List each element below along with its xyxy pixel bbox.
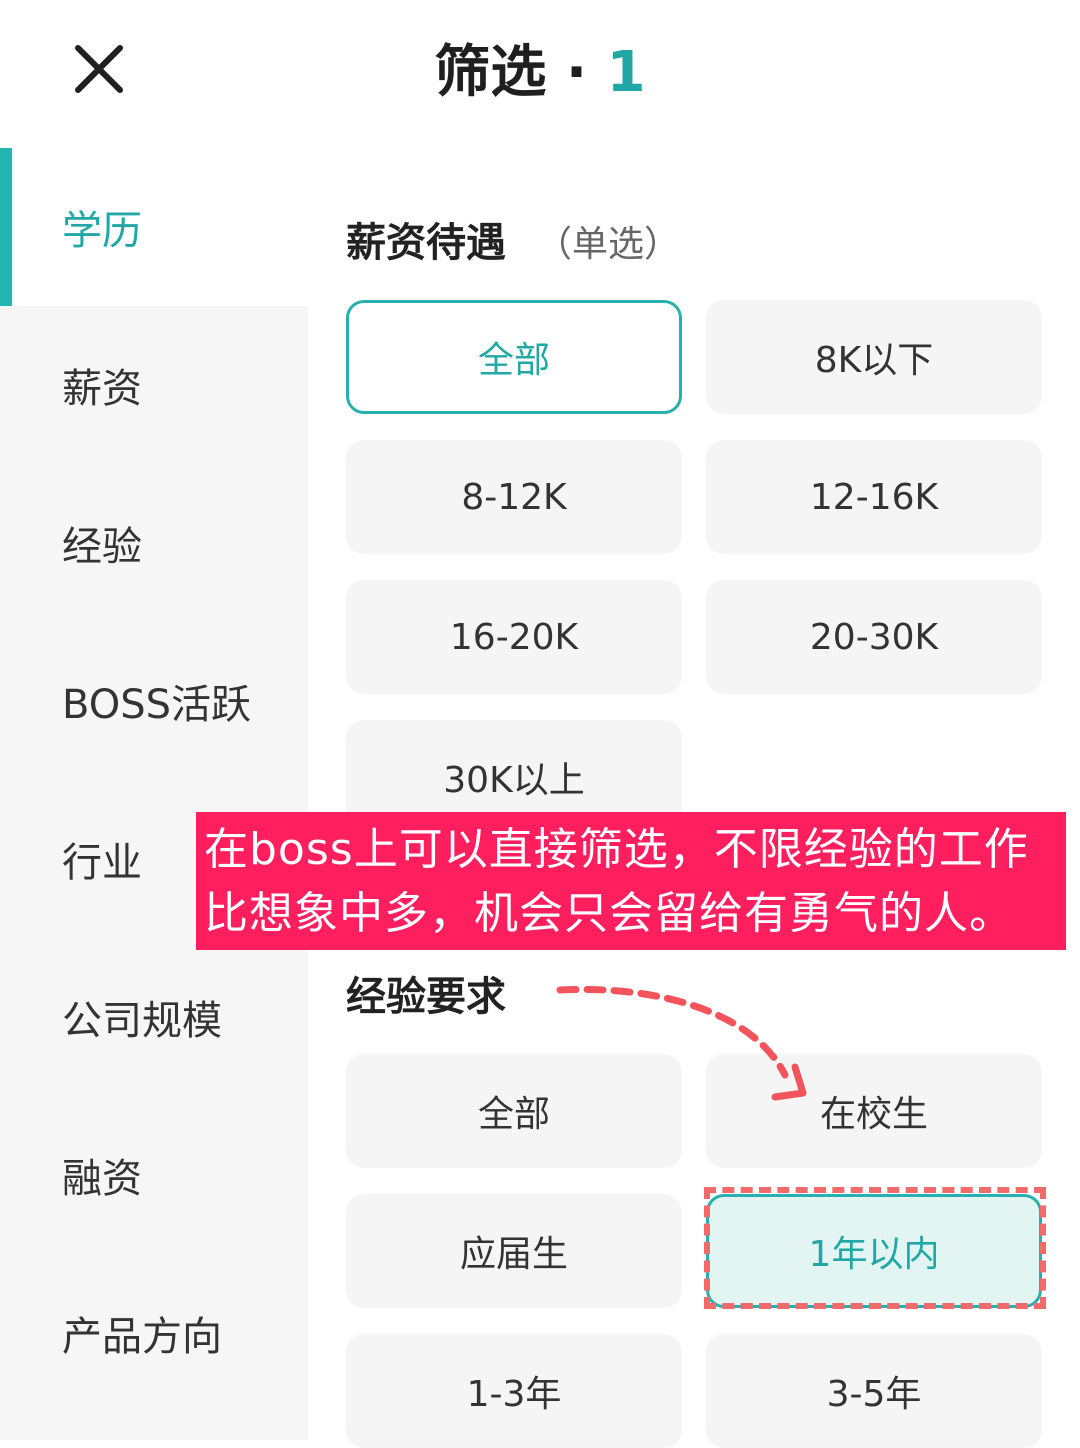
experience-option-3-5-years[interactable]: 3-5年	[706, 1334, 1042, 1448]
chip-label: 20-30K	[809, 616, 939, 658]
page-title: 筛选 · 1	[0, 38, 1080, 108]
salary-option-8-12k[interactable]: 8-12K	[346, 440, 682, 554]
salary-option-all[interactable]: 全部	[346, 300, 682, 414]
salary-option-16-20k[interactable]: 16-20K	[346, 580, 682, 694]
experience-option-under-1-year[interactable]: 1年以内	[706, 1194, 1042, 1308]
salary-option-under-8k[interactable]: 8K以下	[706, 300, 1042, 414]
selected-count: 1	[606, 40, 646, 105]
annotation-line-1: 在boss上可以直接筛选，不限经验的工作	[204, 824, 1029, 875]
salary-title-text: 薪资待遇	[346, 220, 506, 266]
title-text: 筛选	[434, 40, 547, 105]
salary-section-title: 薪资待遇 （单选）	[346, 210, 680, 268]
sidebar-item-label: 薪资	[62, 366, 142, 412]
chip-label: 全部	[477, 340, 550, 381]
chip-label: 8-12K	[461, 476, 567, 518]
chip-label: 在校生	[819, 1094, 928, 1135]
sidebar-item-product-direction[interactable]: 产品方向	[0, 1254, 308, 1412]
sidebar-item-label: 学历	[62, 208, 142, 254]
sidebar-item-salary[interactable]: 薪资	[0, 306, 308, 464]
chip-label: 8K以下	[814, 340, 934, 381]
experience-option-graduate[interactable]: 应届生	[346, 1194, 682, 1308]
chip-label: 3-5年	[826, 1374, 922, 1415]
salary-option-12-16k[interactable]: 12-16K	[706, 440, 1042, 554]
annotation-banner: 在boss上可以直接筛选，不限经验的工作 比想象中多，机会只会留给有勇气的人。	[196, 812, 1066, 950]
experience-title-text: 经验要求	[346, 974, 506, 1020]
sidebar-item-company-size[interactable]: 公司规模	[0, 938, 308, 1096]
sidebar-item-boss-active[interactable]: BOSS活跃	[0, 622, 308, 780]
single-select-hint: （单选）	[536, 224, 681, 265]
chip-label: 12-16K	[809, 476, 939, 518]
chip-label: 1-3年	[466, 1374, 562, 1415]
header: 筛选 · 1	[0, 0, 1080, 148]
title-separator: ·	[546, 40, 607, 105]
experience-option-1-3-years[interactable]: 1-3年	[346, 1334, 682, 1448]
sidebar-item-education[interactable]: 学历	[0, 148, 308, 306]
filter-category-sidebar: 学历 薪资 经验 BOSS活跃 行业 公司规模 融资 产品方向	[0, 148, 308, 1440]
experience-option-student[interactable]: 在校生	[706, 1054, 1042, 1168]
sidebar-item-experience[interactable]: 经验	[0, 464, 308, 622]
sidebar-item-label: 行业	[62, 840, 142, 886]
chip-label: 全部	[477, 1094, 550, 1135]
filter-options-panel: 薪资待遇 （单选） 全部 8K以下 8-12K 12-16K 16-20K 20-…	[308, 148, 1080, 1448]
salary-option-20-30k[interactable]: 20-30K	[706, 580, 1042, 694]
experience-section-title: 经验要求	[346, 964, 506, 1022]
sidebar-item-label: 公司规模	[62, 998, 222, 1044]
sidebar-item-label: 经验	[62, 524, 142, 570]
sidebar-item-label: 产品方向	[62, 1314, 222, 1360]
sidebar-item-label: BOSS活跃	[62, 682, 252, 728]
chip-label: 30K以上	[443, 760, 585, 801]
sidebar-item-financing[interactable]: 融资	[0, 1096, 308, 1254]
annotation-line-2: 比想象中多，机会只会留给有勇气的人。	[204, 888, 1014, 939]
experience-option-all[interactable]: 全部	[346, 1054, 682, 1168]
sidebar-item-label: 融资	[62, 1156, 142, 1202]
chip-label: 16-20K	[449, 616, 579, 658]
chip-label: 应届生	[459, 1234, 568, 1275]
chip-label: 1年以内	[808, 1234, 940, 1275]
